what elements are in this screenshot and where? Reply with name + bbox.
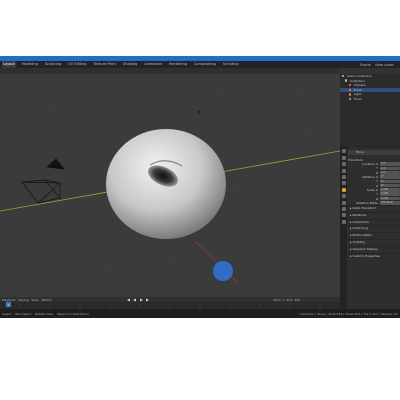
- section-visibility[interactable]: Visibility: [348, 238, 400, 246]
- object-tab-icon[interactable]: [341, 187, 346, 192]
- collection-icon: [342, 74, 345, 78]
- torus-object[interactable]: [106, 129, 226, 239]
- world-tab-icon[interactable]: [341, 181, 346, 186]
- section-motion-paths[interactable]: Motion Paths: [348, 232, 400, 239]
- collection-icon: [345, 79, 348, 82]
- tab-layout[interactable]: Layout: [2, 61, 16, 68]
- section-delta-transform[interactable]: Delta Transform: [348, 204, 400, 212]
- properties-tab-bar: [340, 147, 347, 309]
- section-relations[interactable]: Relations: [348, 211, 400, 219]
- scene-selector[interactable]: Scene: [360, 63, 371, 67]
- tab-scripting[interactable]: Scripting: [222, 61, 240, 68]
- tab-sculpting[interactable]: Sculpting: [44, 61, 62, 68]
- section-instancing[interactable]: Instancing: [348, 225, 400, 232]
- physics-tab-icon[interactable]: [341, 200, 346, 205]
- outliner-item-torus-mesh[interactable]: Torus: [340, 97, 400, 102]
- light-object[interactable]: [197, 110, 202, 116]
- outliner-panel[interactable]: Scene Collection Collection Camera Torus…: [340, 68, 400, 146]
- output-tab-icon[interactable]: [341, 162, 346, 167]
- modifier-tab-icon[interactable]: [341, 194, 346, 199]
- scene-tab-icon[interactable]: [341, 174, 346, 179]
- view-layer-tab-icon[interactable]: [341, 168, 346, 173]
- status-context-menu-hint: Object Context Menu: [56, 311, 89, 316]
- section-custom-properties[interactable]: Custom Properties: [348, 252, 400, 260]
- transform-panel: Transform Location X0 m Y0 m Z0 m Rotati…: [348, 158, 400, 205]
- camera-icon: [349, 83, 352, 87]
- tab-shading[interactable]: Shading: [122, 61, 138, 68]
- mesh-icon: [349, 88, 352, 91]
- timeline-editor[interactable]: Playback Keying View Marker Start 1 End …: [0, 297, 340, 309]
- object-name-field[interactable]: Torus: [348, 150, 400, 155]
- section-collections[interactable]: Collections: [348, 218, 400, 226]
- timeline-ruler[interactable]: 1: [0, 297, 340, 309]
- section-viewport-display[interactable]: Viewport Display: [348, 245, 400, 253]
- blue-circle-marker: [213, 261, 233, 281]
- mesh-icon: [349, 97, 352, 101]
- tab-texture-paint[interactable]: Texture Paint: [92, 61, 117, 68]
- tab-animation[interactable]: Animation: [143, 61, 163, 68]
- status-select-hint: Select: [2, 311, 12, 316]
- current-frame-label: 1: [7, 303, 9, 307]
- data-tab-icon[interactable]: [341, 213, 346, 218]
- playback-controls[interactable]: [127, 298, 149, 302]
- status-box-select-hint: Box Select: [15, 311, 32, 316]
- 3d-viewport[interactable]: [0, 68, 340, 297]
- scene-statistics: Collection | Torus | Verts:576 | Faces:5…: [299, 311, 398, 316]
- material-tab-icon[interactable]: [341, 219, 346, 224]
- camera-object[interactable]: [21, 158, 65, 204]
- object-properties: Torus Transform Location X0 m Y0 m Z0 m …: [348, 147, 400, 309]
- constraints-tab-icon[interactable]: [341, 206, 346, 211]
- blender-window: Layout Modeling Sculpting UV Editing Tex…: [0, 56, 400, 318]
- tool-tab-icon[interactable]: [341, 149, 346, 154]
- tab-uv-editing[interactable]: UV Editing: [67, 61, 87, 68]
- status-bar: Select Box Select Rotate View Object Con…: [0, 309, 400, 318]
- properties-panel[interactable]: Torus Transform Location X0 m Y0 m Z0 m …: [340, 147, 400, 309]
- view-layer-selector[interactable]: View Layer: [375, 63, 394, 67]
- workspace-tabs: Layout Modeling Sculpting UV Editing Tex…: [0, 61, 400, 68]
- rotation-mode-field[interactable]: Rotation Mode XYZ Euler: [348, 201, 400, 205]
- tab-compositing[interactable]: Compositing: [193, 61, 217, 68]
- tab-rendering[interactable]: Rendering: [168, 61, 188, 68]
- render-tab-icon[interactable]: [341, 155, 346, 160]
- light-icon: [349, 93, 352, 96]
- tab-modeling[interactable]: Modeling: [21, 61, 39, 68]
- viewport-canvas[interactable]: [0, 68, 340, 297]
- status-rotate-view-hint: Rotate View: [35, 311, 53, 316]
